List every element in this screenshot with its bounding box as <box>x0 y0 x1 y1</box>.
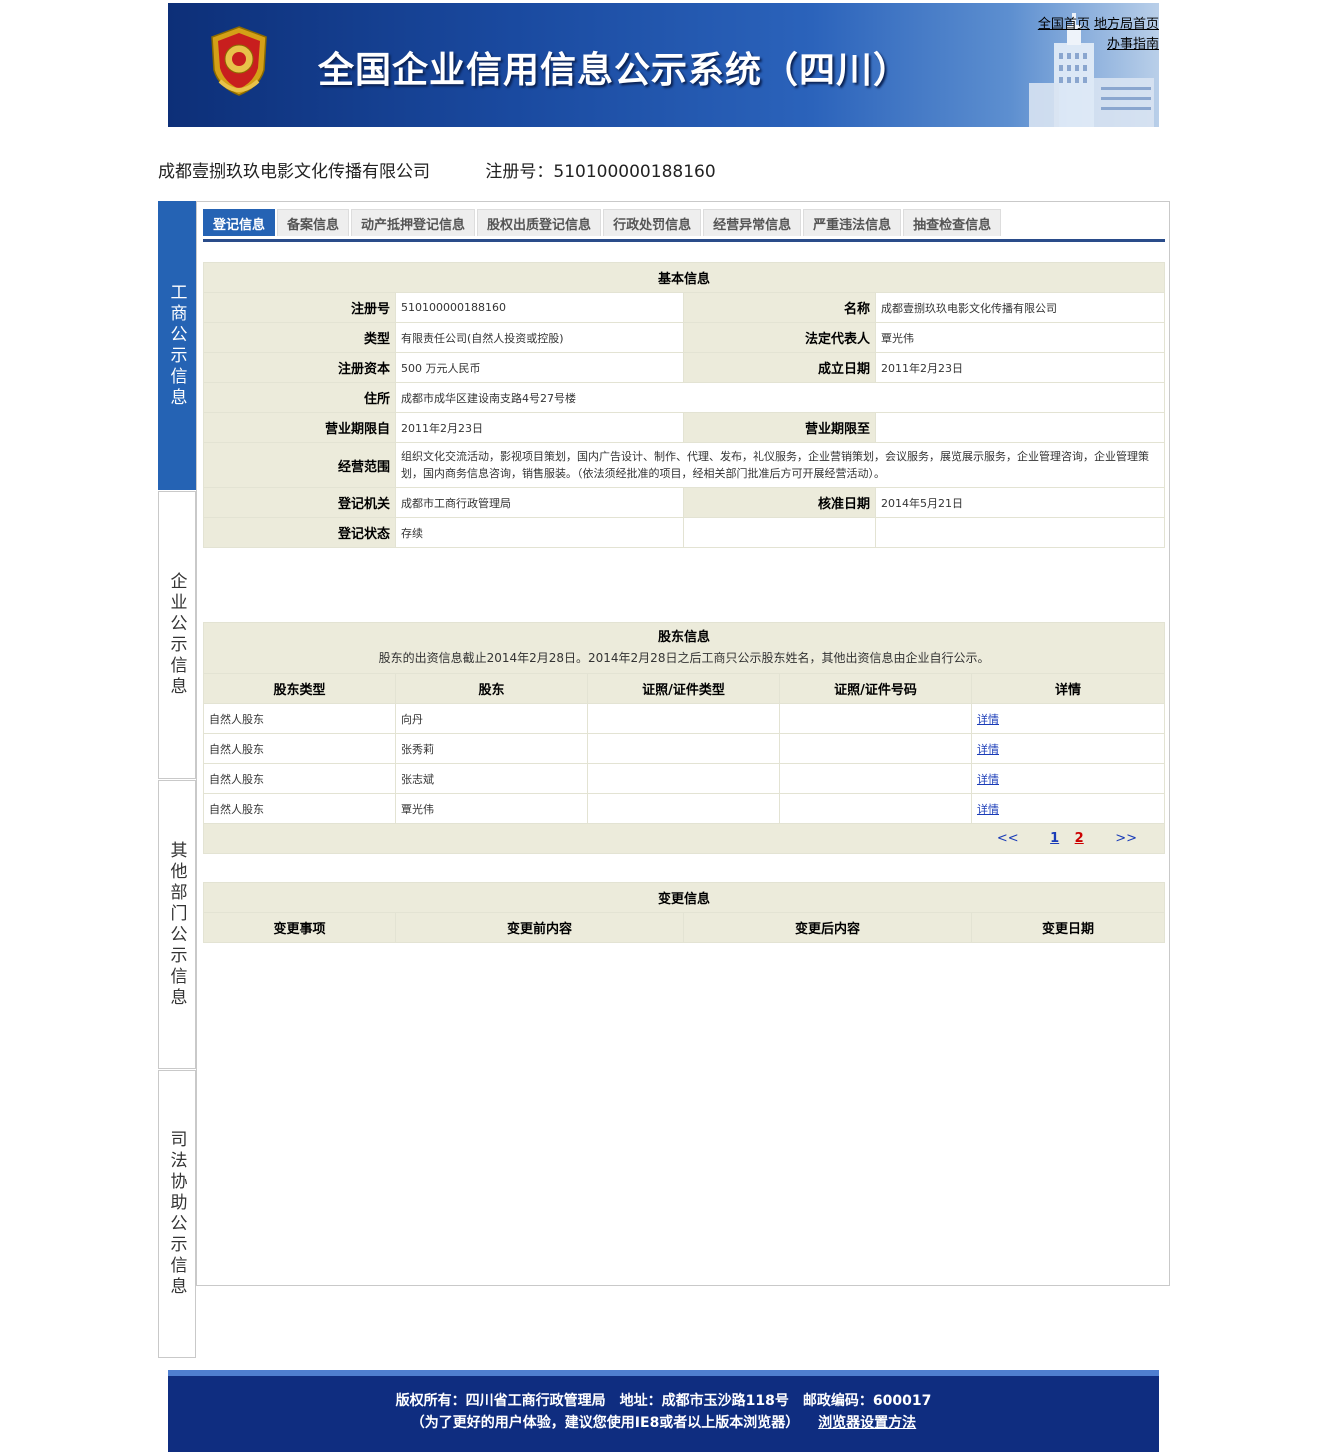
column-header: 股东类型 <box>203 673 396 704</box>
column-header: 详情 <box>970 673 1166 704</box>
tab-registration[interactable]: 登记信息 <box>203 209 276 236</box>
pagination: << 1 2 >> <box>202 823 1166 854</box>
table-row: 自然人股东 向丹 详情 <box>203 703 1166 734</box>
field-value: 500 万元人民币 <box>395 352 684 383</box>
shareholders-table: 股东信息 股东的出资信息截止2014年2月28日。2014年2月28日之后工商只… <box>202 622 1166 854</box>
field-label: 注册资本 <box>203 352 396 383</box>
tab-abnormal-operation[interactable]: 经营异常信息 <box>703 209 802 236</box>
next-page-button[interactable]: >> <box>1115 831 1137 846</box>
basic-info-table: 基本信息 注册号 510100000188160 名称 成都壹捌玖玖电影文化传播… <box>202 262 1166 548</box>
field-label: 类型 <box>203 322 396 353</box>
left-tab-business-info[interactable]: 工商公示信息 <box>158 201 196 490</box>
column-header: 变更事项 <box>203 912 396 943</box>
site-header: 全国企业信用信息公示系统（四川） 全国首页 地方局首页 办事指南 <box>168 3 1159 127</box>
field-value: 覃光伟 <box>874 322 1166 353</box>
field-label: 法定代表人 <box>683 322 876 353</box>
left-tab-enterprise-info[interactable]: 企业公示信息 <box>158 491 196 779</box>
national-emblem-icon <box>211 26 267 96</box>
field-label: 核准日期 <box>683 487 876 518</box>
site-title: 全国企业信用信息公示系统（四川） <box>318 50 911 91</box>
field-label: 登记状态 <box>203 517 396 548</box>
column-header: 证照/证件类型 <box>587 673 780 704</box>
field-label: 注册号 <box>203 292 396 323</box>
tab-admin-penalty[interactable]: 行政处罚信息 <box>603 209 702 236</box>
site-footer: 版权所有：四川省工商行政管理局 地址：成都市玉沙路118号 邮政编码：60001… <box>168 1370 1159 1452</box>
field-value <box>874 412 1166 443</box>
tab-equity-pledge[interactable]: 股权出质登记信息 <box>477 209 602 236</box>
footer-browser-note-line: （为了更好的用户体验，建议您使用IE8或者以上版本浏览器） 浏览器设置方法 <box>168 1412 1159 1432</box>
shareholders-title: 股东信息 <box>658 630 711 645</box>
table-row: 自然人股东 覃光伟 详情 <box>203 793 1166 824</box>
column-header: 变更前内容 <box>395 912 684 943</box>
field-label: 经营范围 <box>203 442 396 488</box>
detail-link[interactable]: 详情 <box>977 713 999 726</box>
changes-title: 变更信息 <box>202 882 1166 913</box>
field-value: 成都市工商行政管理局 <box>395 487 684 518</box>
detail-link[interactable]: 详情 <box>977 773 999 786</box>
field-label: 住所 <box>203 382 396 413</box>
tab-filing[interactable]: 备案信息 <box>277 209 350 236</box>
empty-cell <box>683 517 876 548</box>
browser-settings-link[interactable]: 浏览器设置方法 <box>818 1415 916 1431</box>
main-panel: 登记信息 备案信息 动产抵押登记信息 股权出质登记信息 行政处罚信息 经营异常信… <box>196 201 1170 1286</box>
field-label: 成立日期 <box>683 352 876 383</box>
registration-number: 注册号：510100000188160 <box>485 162 716 182</box>
company-name: 成都壹捌玖玖电影文化传播有限公司 <box>158 162 430 182</box>
guide-link[interactable]: 办事指南 <box>1107 37 1159 52</box>
tab-chattel-mortgage[interactable]: 动产抵押登记信息 <box>351 209 476 236</box>
tab-spot-check[interactable]: 抽查检查信息 <box>903 209 1002 236</box>
column-header: 变更日期 <box>970 912 1166 943</box>
field-value: 成都壹捌玖玖电影文化传播有限公司 <box>874 292 1166 323</box>
detail-link[interactable]: 详情 <box>977 803 999 816</box>
info-tabs: 登记信息 备案信息 动产抵押登记信息 股权出质登记信息 行政处罚信息 经营异常信… <box>203 209 1165 242</box>
field-value: 有限责任公司(自然人投资或控股) <box>395 322 684 353</box>
page-2-link[interactable]: 2 <box>1075 831 1084 846</box>
empty-cell <box>874 517 1166 548</box>
field-label: 营业期限自 <box>203 412 396 443</box>
table-row: 自然人股东 张志斌 详情 <box>203 763 1166 794</box>
field-value: 510100000188160 <box>395 292 684 323</box>
top-links: 全国首页 地方局首页 办事指南 <box>1019 15 1159 55</box>
field-value: 2011年2月23日 <box>395 412 684 443</box>
left-tab-judicial-info[interactable]: 司法协助公示信息 <box>158 1070 196 1358</box>
field-label: 名称 <box>683 292 876 323</box>
footer-browser-note: （为了更好的用户体验，建议您使用IE8或者以上版本浏览器） <box>410 1415 800 1431</box>
column-header: 变更后内容 <box>683 912 972 943</box>
column-header: 证照/证件号码 <box>779 673 972 704</box>
changes-table: 变更信息 变更事项 变更前内容 变更后内容 变更日期 <box>202 882 1166 943</box>
basic-info-title: 基本信息 <box>202 262 1166 293</box>
field-value: 组织文化交流活动，影视项目策划，国内广告设计、制作、代理、发布，礼仪服务，企业营… <box>394 442 1166 488</box>
company-heading: 成都壹捌玖玖电影文化传播有限公司 注册号：510100000188160 <box>158 157 716 182</box>
detail-link[interactable]: 详情 <box>977 743 999 756</box>
field-value: 成都市成华区建设南支路4号27号楼 <box>394 382 1166 413</box>
field-label: 登记机关 <box>203 487 396 518</box>
field-value: 2011年2月23日 <box>874 352 1166 383</box>
shareholders-title-cell: 股东信息 股东的出资信息截止2014年2月28日。2014年2月28日之后工商只… <box>202 622 1166 674</box>
footer-copyright: 版权所有：四川省工商行政管理局 地址：成都市玉沙路118号 邮政编码：60001… <box>395 1393 932 1409</box>
shareholders-note: 股东的出资信息截止2014年2月28日。2014年2月28日之后工商只公示股东姓… <box>378 651 990 665</box>
tab-serious-violation[interactable]: 严重违法信息 <box>803 209 902 236</box>
field-value: 2014年5月21日 <box>874 487 1166 518</box>
field-value: 存续 <box>395 517 684 548</box>
field-label: 营业期限至 <box>683 412 876 443</box>
local-home-link[interactable]: 地方局首页 <box>1094 17 1159 32</box>
prev-page-button[interactable]: << <box>997 831 1019 846</box>
column-header: 股东 <box>395 673 588 704</box>
page-1-link[interactable]: 1 <box>1050 831 1059 846</box>
left-tab-other-dept-info[interactable]: 其他部门公示信息 <box>158 780 196 1069</box>
national-home-link[interactable]: 全国首页 <box>1038 17 1090 32</box>
table-row: 自然人股东 张秀莉 详情 <box>203 733 1166 764</box>
